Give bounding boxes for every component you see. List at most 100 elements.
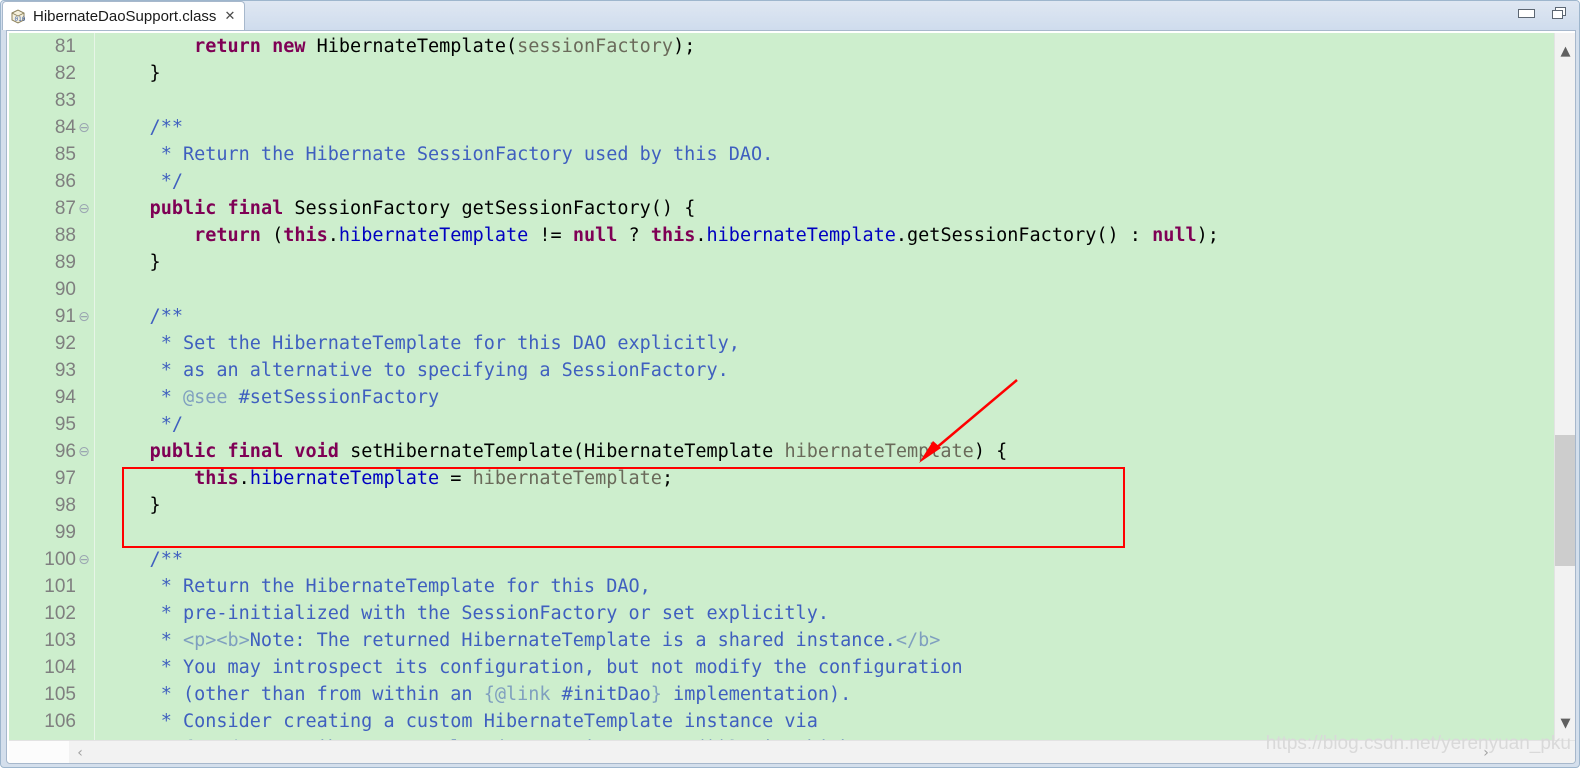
code-token: /**: [105, 306, 183, 327]
code-token: ?: [617, 225, 651, 246]
code-line[interactable]: /**: [105, 114, 1542, 141]
code-line[interactable]: public final void setHibernateTemplate(H…: [105, 438, 1542, 465]
line-number-row: 90: [9, 276, 94, 303]
code-token: sessionFactory: [517, 36, 674, 57]
line-number: 87: [54, 197, 76, 219]
line-number-row: 99: [9, 519, 94, 546]
code-token: new: [272, 36, 306, 57]
eclipse-editor-window: 010 HibernateDaoSupport.class ✕ 81 82 83 84…: [0, 0, 1580, 768]
line-number-row: 88: [9, 222, 94, 249]
code-token: public: [149, 198, 217, 219]
restore-icon[interactable]: [1551, 6, 1569, 20]
code-line[interactable]: [105, 276, 1542, 303]
fold-collapse-icon[interactable]: ⊖: [76, 445, 92, 459]
code-token: (: [260, 225, 284, 246]
code-line[interactable]: return new HibernateTemplate(sessionFact…: [105, 33, 1542, 60]
code-line[interactable]: public final SessionFactory getSessionFa…: [105, 195, 1542, 222]
line-number-row: 89: [9, 249, 94, 276]
code-line[interactable]: */: [105, 411, 1542, 438]
horizontal-scrollbar[interactable]: ‹ ›: [9, 740, 1575, 763]
line-number-row: 103: [9, 627, 94, 654]
code-token: #initDao: [550, 684, 651, 705]
line-number-row: 81: [9, 33, 94, 60]
line-number: 91: [54, 305, 76, 327]
code-line[interactable]: * Consider creating a custom HibernateTe…: [105, 708, 1542, 735]
fold-collapse-icon[interactable]: ⊖: [76, 202, 92, 216]
code-line[interactable]: * Set the HibernateTemplate for this DAO…: [105, 330, 1542, 357]
code-line[interactable]: * pre-initialized with the SessionFactor…: [105, 600, 1542, 627]
code-token: * Return the HibernateTemplate for this …: [105, 576, 651, 597]
code-line[interactable]: }: [105, 249, 1542, 276]
line-number: 81: [54, 35, 76, 57]
scroll-right-icon[interactable]: ›: [1475, 741, 1497, 763]
code-token: hibernateTemplate: [472, 468, 662, 489]
code-token: hibernateTemplate: [784, 441, 974, 462]
minimize-icon[interactable]: [1517, 6, 1535, 20]
line-number: 100: [44, 548, 76, 570]
code-line[interactable]: * as an alternative to specifying a Sess…: [105, 357, 1542, 384]
code-line[interactable]: * <p><b>Note: The returned HibernateTemp…: [105, 627, 1542, 654]
line-number-row: 82: [9, 60, 94, 87]
code-token: );: [1196, 225, 1219, 246]
code-line[interactable]: this.hibernateTemplate = hibernateTempla…: [105, 465, 1542, 492]
tab-hibernatedaosupport-class[interactable]: 010 HibernateDaoSupport.class ✕: [2, 1, 246, 30]
code-line[interactable]: * @see #setSessionFactory: [105, 384, 1542, 411]
line-number: 96: [54, 440, 76, 462]
code-token: final: [227, 441, 284, 462]
code-line[interactable]: /**: [105, 303, 1542, 330]
close-icon[interactable]: ✕: [222, 10, 237, 23]
code-line[interactable]: * You may introspect its configuration, …: [105, 654, 1542, 681]
line-number-row: 106: [9, 708, 94, 735]
fold-collapse-icon[interactable]: ⊖: [76, 553, 92, 567]
horizontal-scrollbar-thumb[interactable]: [9, 741, 69, 763]
code-token: this: [283, 225, 328, 246]
code-token: {@link: [483, 684, 551, 705]
code-token: * You may introspect its configuration, …: [105, 657, 963, 678]
code-line[interactable]: }: [105, 492, 1542, 519]
code-area[interactable]: 81 82 83 84 ⊖ 85 86 87 ⊖ 88 89 90 91 ⊖ 92 93 94 95 96 ⊖ 97 98…: [9, 33, 1542, 740]
line-number-row: 104: [9, 654, 94, 681]
fold-collapse-icon[interactable]: ⊖: [76, 310, 92, 324]
code-line[interactable]: [105, 519, 1542, 546]
code-token: hibernateTemplate: [338, 225, 529, 246]
vertical-scrollbar[interactable]: ▲ ▼: [1554, 33, 1575, 740]
code-token: @see: [182, 387, 228, 408]
code-line[interactable]: * Return the Hibernate SessionFactory us…: [105, 141, 1542, 168]
code-line[interactable]: }: [105, 60, 1542, 87]
code-token: <p><b>: [182, 630, 250, 651]
line-number: 97: [54, 467, 76, 489]
code-token: }: [105, 63, 161, 84]
code-line[interactable]: */: [105, 168, 1542, 195]
code-line[interactable]: return (this.hibernateTemplate != null ?…: [105, 222, 1542, 249]
code-token: !=: [528, 225, 573, 246]
code-line[interactable]: * (other than from within an {@link #ini…: [105, 681, 1542, 708]
code-text[interactable]: return new HibernateTemplate(sessionFact…: [105, 33, 1542, 740]
code-token: .getSessionFactory() :: [895, 225, 1153, 246]
code-token: .: [327, 225, 339, 246]
scroll-down-icon[interactable]: ▼: [1555, 713, 1575, 734]
vertical-scrollbar-thumb[interactable]: [1555, 435, 1575, 566]
line-number: 93: [54, 359, 76, 381]
code-token: .: [695, 225, 707, 246]
code-token: public: [149, 441, 217, 462]
line-number: 102: [44, 602, 76, 624]
line-number: 104: [44, 656, 76, 678]
line-number: 106: [44, 710, 76, 732]
scroll-left-icon[interactable]: ‹: [69, 741, 91, 763]
line-number: 99: [54, 521, 76, 543]
line-number-row: 92: [9, 330, 94, 357]
line-number-row: 98: [9, 492, 94, 519]
line-number: 105: [44, 683, 76, 705]
code-line[interactable]: * Return the HibernateTemplate for this …: [105, 573, 1542, 600]
scroll-up-icon[interactable]: ▲: [1555, 41, 1575, 62]
code-line[interactable]: [105, 87, 1542, 114]
fold-collapse-icon[interactable]: ⊖: [76, 121, 92, 135]
code-token: /**: [105, 117, 183, 138]
code-line[interactable]: /**: [105, 546, 1542, 573]
